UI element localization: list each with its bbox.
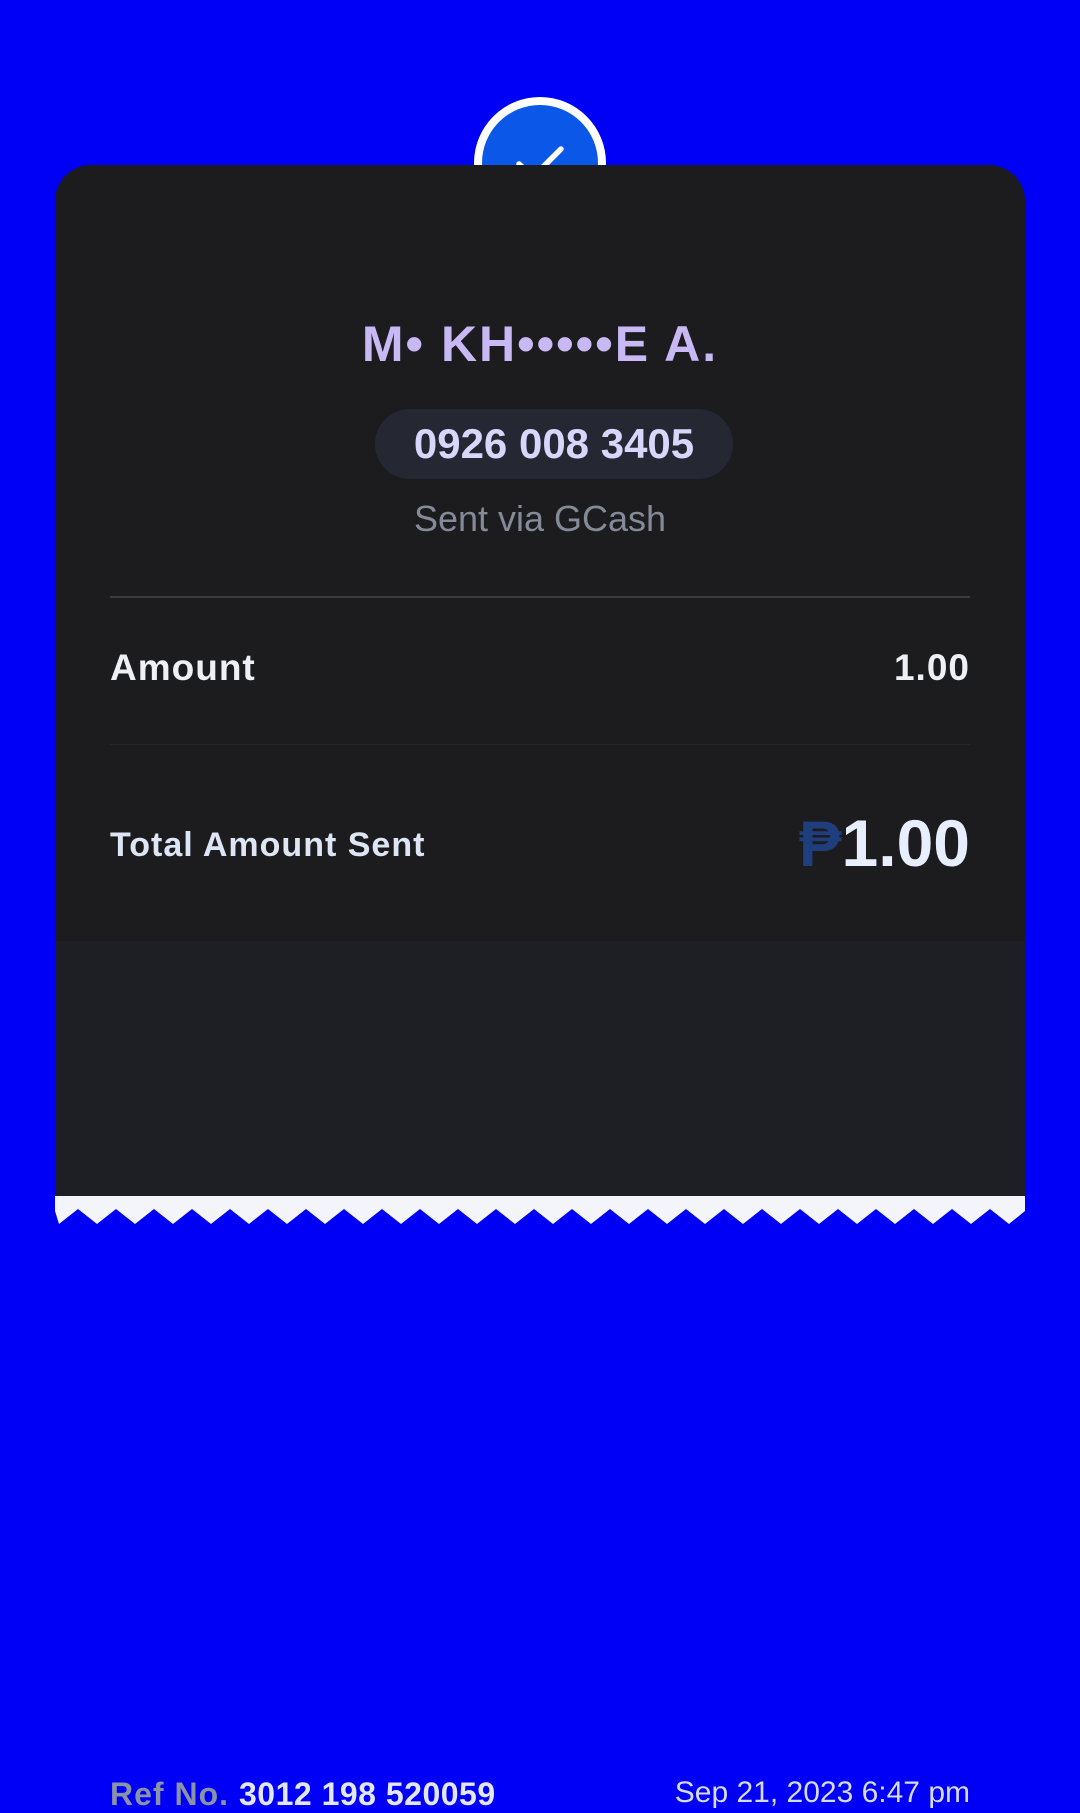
divider <box>110 596 970 598</box>
transaction-receipt: M• KH•••••E A. 0926 008 3405 Sent via GC… <box>55 165 1025 1812</box>
reference-number: Ref No. 3012 198 520059 <box>110 1776 496 1813</box>
transaction-datetime: Sep 21, 2023 6:47 pm <box>674 1776 970 1809</box>
amount-value: 1.00 <box>893 647 970 688</box>
receipt-main-section: M• KH•••••E A. 0926 008 3405 Sent via GC… <box>55 165 1025 941</box>
recipient-phone-number: 0926 008 3405 <box>375 409 733 479</box>
receipt-reference-section: Ref No. 3012 198 520059 Sep 21, 2023 6:47… <box>55 941 1025 1812</box>
sent-via-label: Sent via GCash <box>413 498 667 539</box>
reference-number-value: 3012 198 520059 <box>239 1776 496 1812</box>
recipient-name: M• KH•••••E A. <box>361 316 719 372</box>
total-amount-value: ₱ 1.00 <box>799 805 970 881</box>
receipt-torn-edge <box>55 1196 1025 1226</box>
total-amount-number: 1.00 <box>841 806 970 880</box>
peso-symbol: ₱ <box>798 808 842 880</box>
divider <box>110 744 970 745</box>
reference-label: Ref No. <box>110 1776 229 1812</box>
amount-label: Amount <box>110 647 256 688</box>
total-amount-label: Total Amount Sent <box>110 826 426 864</box>
